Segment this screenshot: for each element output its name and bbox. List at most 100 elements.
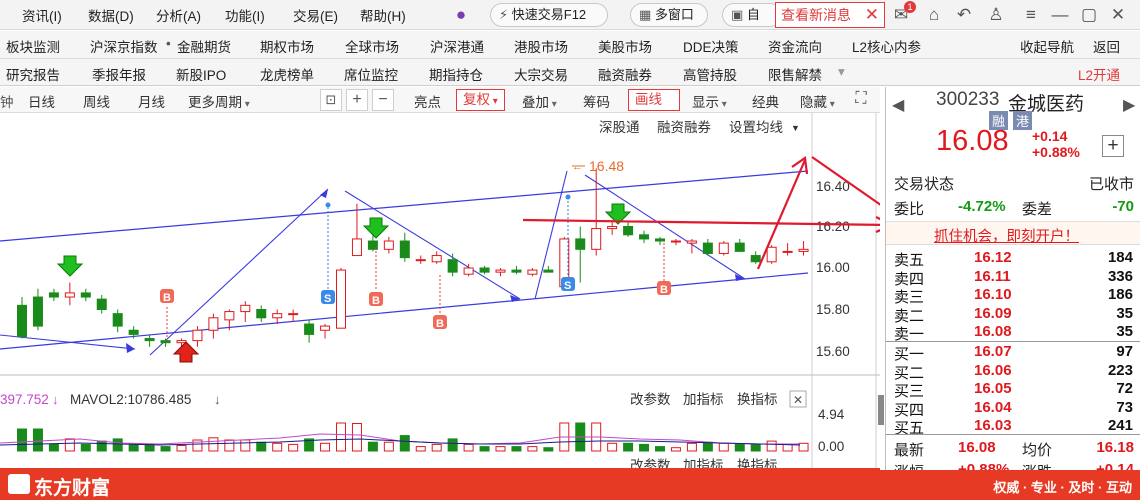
hide-button[interactable]: 隐藏 ▾ xyxy=(800,91,835,111)
menu-news[interactable]: 资讯(I) xyxy=(22,5,62,25)
ask-row[interactable]: 卖三 16.10 186 xyxy=(894,286,1138,306)
nav-row-1: 板块监测 沪深京指数 • 金融期货 期权市场 全球市场 沪深港通 港股市场 美股… xyxy=(0,31,1140,59)
lock-button[interactable]: ⊡ xyxy=(320,89,342,111)
nav-us[interactable]: 美股市场 xyxy=(598,36,652,56)
nav-sector-monitor[interactable]: 板块监测 xyxy=(6,36,60,56)
edit-params-link-2[interactable]: 改参数 xyxy=(630,457,671,468)
volume-bar xyxy=(288,443,299,452)
bid-row[interactable]: 买二 16.06 223 xyxy=(894,362,1138,382)
view-news-button[interactable]: 查看新消息 ✕ xyxy=(775,2,885,28)
minimize-icon[interactable]: — xyxy=(1049,4,1071,26)
candle-body xyxy=(766,246,777,263)
tab-weekly[interactable]: 周线 xyxy=(83,91,110,111)
nav-unlock[interactable]: 限售解禁 xyxy=(768,64,822,84)
nav-financial-futures[interactable]: 金融期货 xyxy=(177,36,231,56)
home-icon[interactable]: ⌂ xyxy=(923,4,945,26)
panel-splitter[interactable] xyxy=(878,395,884,425)
chart-area[interactable]: 深股通 融资融券 设置均线 ▼ 16.40 16.20 16.00 15.80 … xyxy=(0,113,880,468)
edit-params-link[interactable]: 改参数 xyxy=(630,391,671,407)
nav-fund-flow[interactable]: 资金流向 xyxy=(768,36,822,56)
nav-ipo[interactable]: 新股IPO xyxy=(176,64,226,84)
ask-row[interactable]: 卖五 16.12 184 xyxy=(894,249,1138,269)
l2-open-link[interactable]: L2开通 xyxy=(1078,64,1120,84)
nav-options[interactable]: 期权市场 xyxy=(260,36,314,56)
ask-row[interactable]: 卖四 16.11 336 xyxy=(894,268,1138,288)
diff-label: 委差 xyxy=(1022,201,1053,218)
ask-row[interactable]: 卖二 16.09 35 xyxy=(894,305,1138,325)
add-indicator-link-2[interactable]: 加指标 xyxy=(683,458,724,468)
settings-icon[interactable]: ≡ xyxy=(1020,4,1042,26)
nav-insider[interactable]: 高管持股 xyxy=(683,64,737,84)
buy-signal-icon: B xyxy=(660,284,668,296)
back-link[interactable]: 返回 xyxy=(1093,36,1120,56)
nav-dragon-tiger[interactable]: 龙虎榜单 xyxy=(260,64,314,84)
undo-icon[interactable]: ↶ xyxy=(953,4,975,26)
close-icon[interactable]: ✕ xyxy=(793,393,803,407)
bid-row[interactable]: 买三 16.05 72 xyxy=(894,380,1138,400)
prev-stock-icon[interactable]: ◀ xyxy=(892,95,904,115)
next-stock-icon[interactable]: ▶ xyxy=(1123,95,1135,115)
close-icon[interactable]: ✕ xyxy=(865,3,879,27)
fullscreen-icon[interactable]: ⛶ xyxy=(850,89,872,111)
nav-margin[interactable]: 融资融券 xyxy=(598,64,652,84)
switch-indicator-link-2[interactable]: 换指标 xyxy=(737,458,778,468)
link-set-ma[interactable]: 设置均线 xyxy=(729,120,783,135)
nav-research[interactable]: 研究报告 xyxy=(6,64,60,84)
candle-body xyxy=(607,226,618,230)
chevron-down-icon: ▾ xyxy=(719,99,727,110)
zoom-in-button[interactable]: + xyxy=(346,89,368,111)
add-indicator-link[interactable]: 加指标 xyxy=(683,392,724,407)
window-close-icon[interactable]: ✕ xyxy=(1107,4,1129,26)
display-button[interactable]: 显示 ▾ xyxy=(692,91,727,111)
tab-monthly[interactable]: 月线 xyxy=(138,91,165,111)
chip-button[interactable]: 筹码 xyxy=(583,91,610,111)
bid-row[interactable]: 买四 16.04 73 xyxy=(894,399,1138,419)
promo-banner[interactable]: 抓住机会，即刻开户！ xyxy=(886,221,1140,245)
mascot-icon[interactable]: ● xyxy=(450,4,472,26)
nav-l2[interactable]: L2核心内参 xyxy=(852,36,926,56)
collapse-nav-link[interactable]: 收起导航 xyxy=(1020,36,1074,56)
bid-row[interactable]: 买一 16.07 97 xyxy=(894,343,1138,363)
shirt-icon[interactable]: ♙ xyxy=(985,4,1007,26)
highlight-button[interactable]: 亮点 xyxy=(414,91,441,111)
multi-window-button[interactable]: ▦ 多窗口 xyxy=(630,3,708,27)
classic-button[interactable]: 经典 xyxy=(752,91,779,111)
zoom-out-button[interactable]: − xyxy=(372,89,394,111)
draw-line-button[interactable]: 画线 xyxy=(628,89,680,111)
tab-minute[interactable]: 钟 xyxy=(0,91,14,111)
y-tick-label: 16.40 xyxy=(816,179,850,194)
nav-seat-monitor[interactable]: 席位监控 xyxy=(344,64,398,84)
menu-function[interactable]: 功能(I) xyxy=(225,5,265,25)
candle-body xyxy=(336,269,346,329)
link-margin[interactable]: 融资融券 xyxy=(657,120,711,135)
quick-trade-button[interactable]: ⚡ 快速交易F12 xyxy=(490,3,608,27)
bid-row[interactable]: 买五 16.03 241 xyxy=(894,417,1138,437)
quick-trade-label: 快速交易F12 xyxy=(511,7,587,22)
nav-futures-position[interactable]: 期指持仓 xyxy=(429,64,483,84)
add-watchlist-button[interactable]: + xyxy=(1102,135,1124,157)
nav-reports[interactable]: 季报年报 xyxy=(92,64,146,84)
nav-connect[interactable]: 沪深港通 xyxy=(430,36,484,56)
nav-index[interactable]: 沪深京指数 xyxy=(90,36,158,56)
nav-global[interactable]: 全球市场 xyxy=(345,36,399,56)
menu-help[interactable]: 帮助(H) xyxy=(360,5,406,25)
ask-row[interactable]: 卖一 16.08 35 xyxy=(894,323,1138,343)
tab-daily[interactable]: 日线 xyxy=(28,91,55,111)
volume-bar xyxy=(224,439,235,452)
menu-data[interactable]: 数据(D) xyxy=(88,5,134,25)
open-account-link[interactable]: 抓住机会，即刻开户！ xyxy=(934,225,1079,246)
adjust-button[interactable]: 复权 ▾ xyxy=(456,89,505,111)
menu-analysis[interactable]: 分析(A) xyxy=(156,5,201,25)
nav-dde[interactable]: DDE决策 xyxy=(683,36,739,56)
menu-trade[interactable]: 交易(E) xyxy=(293,5,338,25)
tab-more-periods[interactable]: 更多周期 ▾ xyxy=(188,91,250,111)
nav-hk[interactable]: 港股市场 xyxy=(514,36,568,56)
maximize-icon[interactable]: ▢ xyxy=(1078,4,1100,26)
overlay-button[interactable]: 叠加 ▾ xyxy=(522,91,557,111)
switch-indicator-link[interactable]: 换指标 xyxy=(737,392,778,407)
link-sz-connect[interactable]: 深股通 xyxy=(599,120,640,135)
ask-volume: 184 xyxy=(1107,249,1133,266)
nav-block-trade[interactable]: 大宗交易 xyxy=(514,64,568,84)
auto-button[interactable]: ▣ 自 xyxy=(722,3,782,27)
volume-bar xyxy=(623,442,634,452)
